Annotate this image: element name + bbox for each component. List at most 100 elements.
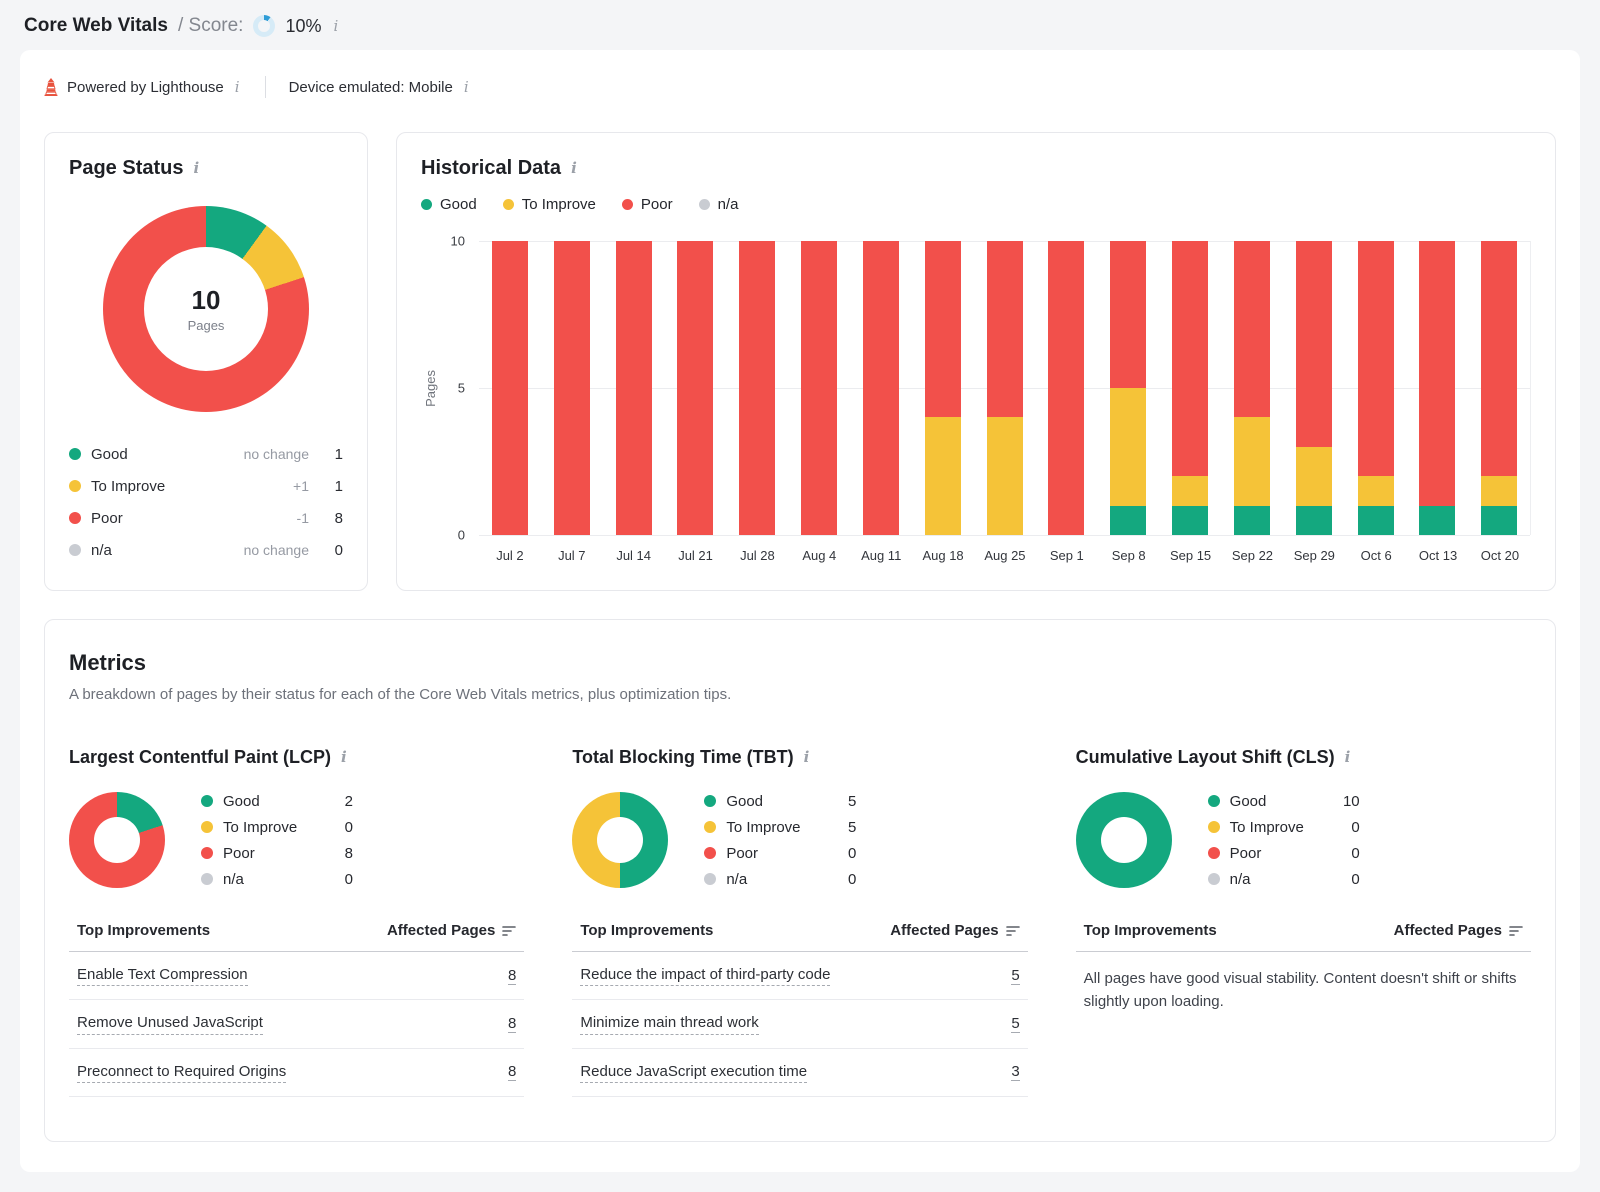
x-tick-label: Jul 21	[665, 548, 727, 563]
to-improve-dot-icon	[69, 480, 81, 492]
bar-segment-to-improve[interactable]	[1110, 388, 1146, 506]
poor-dot-icon	[622, 199, 633, 210]
bar-segment-poor[interactable]	[1234, 241, 1270, 417]
bar-segment-good[interactable]	[1358, 506, 1394, 535]
bar-segment-to-improve[interactable]	[1481, 476, 1517, 505]
improvement-link[interactable]: Remove Unused JavaScript	[77, 1013, 263, 1034]
improvement-link[interactable]: Reduce JavaScript execution time	[580, 1062, 807, 1083]
info-icon[interactable]	[233, 80, 242, 95]
x-tick-label: Aug 25	[974, 548, 1036, 563]
x-tick-label: Jul 2	[479, 548, 541, 563]
bar-segment-poor[interactable]	[677, 241, 713, 535]
bar-segment-good[interactable]	[1419, 506, 1455, 535]
bar-segment-poor[interactable]	[801, 241, 837, 535]
improvement-link[interactable]: Preconnect to Required Origins	[77, 1062, 286, 1083]
info-icon[interactable]	[339, 750, 349, 765]
bar-segment-to-improve[interactable]	[987, 417, 1023, 535]
sort-icon[interactable]	[1006, 925, 1020, 937]
bar-segment-to-improve[interactable]	[1234, 417, 1270, 505]
gridline	[479, 535, 1530, 536]
bar-column[interactable]	[664, 241, 726, 535]
metric-title-lcp: Largest Contentful Paint (LCP)	[69, 747, 524, 768]
y-tick-label: 5	[435, 381, 465, 396]
bar-column[interactable]	[912, 241, 974, 535]
page-status-donut-center: 10 Pages	[144, 247, 268, 371]
bar-column[interactable]	[726, 241, 788, 535]
bar-segment-good[interactable]	[1296, 506, 1332, 535]
bar-segment-poor[interactable]	[1172, 241, 1208, 476]
bar-segment-to-improve[interactable]	[1172, 476, 1208, 505]
legend-value: 0	[309, 542, 343, 559]
bar-segment-poor[interactable]	[492, 241, 528, 535]
legend-row-na: n/a no change 0	[69, 534, 343, 566]
bar-column[interactable]	[1283, 241, 1345, 535]
bar-segment-poor[interactable]	[554, 241, 590, 535]
cls-note: All pages have good visual stability. Co…	[1076, 968, 1531, 1013]
bar-column[interactable]	[850, 241, 912, 535]
info-icon[interactable]	[802, 750, 812, 765]
bar-segment-to-improve[interactable]	[925, 417, 961, 535]
affected-pages-link[interactable]: 8	[508, 967, 516, 985]
bar-column[interactable]	[1097, 241, 1159, 535]
to-improve-dot-icon	[1208, 821, 1220, 833]
improvement-link[interactable]: Minimize main thread work	[580, 1013, 758, 1034]
bar-segment-poor[interactable]	[616, 241, 652, 535]
metrics-subtitle: A breakdown of pages by their status for…	[69, 686, 1531, 703]
sort-icon[interactable]	[502, 925, 516, 937]
info-icon[interactable]	[1343, 750, 1353, 765]
bar-column[interactable]	[974, 241, 1036, 535]
affected-pages-link[interactable]: 8	[508, 1015, 516, 1033]
bar-segment-poor[interactable]	[863, 241, 899, 535]
page-status-donut-chart[interactable]: 10 Pages	[103, 206, 309, 412]
bar-segment-poor[interactable]	[1481, 241, 1517, 476]
bar-column[interactable]	[1035, 241, 1097, 535]
page-header: Core Web Vitals / Score: 10%	[0, 0, 1600, 50]
tbt-donut-chart[interactable]	[572, 792, 668, 888]
lcp-donut-chart[interactable]	[69, 792, 165, 888]
affected-pages-link[interactable]: 8	[508, 1063, 516, 1081]
bar-segment-poor[interactable]	[925, 241, 961, 417]
bar-column[interactable]	[479, 241, 541, 535]
bar-segment-poor[interactable]	[1296, 241, 1332, 447]
bar-segment-good[interactable]	[1172, 506, 1208, 535]
affected-pages-link[interactable]: 5	[1011, 967, 1019, 985]
bar-segment-poor[interactable]	[1419, 241, 1455, 506]
info-icon[interactable]	[462, 80, 471, 95]
bar-segment-good[interactable]	[1234, 506, 1270, 535]
change-label: -1	[297, 510, 309, 526]
affected-pages-link[interactable]: 3	[1011, 1063, 1019, 1081]
bar-segment-to-improve[interactable]	[1358, 476, 1394, 505]
info-icon[interactable]	[331, 19, 340, 34]
change-label: no change	[244, 542, 309, 558]
bar-segment-poor[interactable]	[1110, 241, 1146, 388]
bar-column[interactable]	[1406, 241, 1468, 535]
bar-column[interactable]	[1468, 241, 1530, 535]
info-icon[interactable]	[569, 161, 579, 176]
x-tick-label: Sep 15	[1160, 548, 1222, 563]
bar-column[interactable]	[603, 241, 665, 535]
sort-icon[interactable]	[1509, 925, 1523, 937]
bar-column[interactable]	[541, 241, 603, 535]
bar-segment-to-improve[interactable]	[1296, 447, 1332, 506]
y-tick-label: 10	[435, 234, 465, 249]
bar-segment-good[interactable]	[1481, 506, 1517, 535]
metrics-section: Metrics A breakdown of pages by their st…	[44, 619, 1556, 1142]
improvement-link[interactable]: Reduce the impact of third-party code	[580, 965, 830, 986]
bar-column[interactable]	[1159, 241, 1221, 535]
cls-donut-chart[interactable]	[1076, 792, 1172, 888]
affected-pages-link[interactable]: 5	[1011, 1015, 1019, 1033]
bar-segment-good[interactable]	[1110, 506, 1146, 535]
historical-plot: 0510	[479, 241, 1531, 535]
bar-segment-poor[interactable]	[1048, 241, 1084, 535]
info-icon[interactable]	[191, 161, 201, 176]
improvement-link[interactable]: Enable Text Compression	[77, 965, 248, 986]
na-dot-icon	[704, 873, 716, 885]
bar-segment-poor[interactable]	[987, 241, 1023, 417]
lcp-improvements-table: Top Improvements Affected Pages Enable T…	[69, 922, 524, 1097]
bar-column[interactable]	[1221, 241, 1283, 535]
bar-column[interactable]	[1345, 241, 1407, 535]
bar-segment-poor[interactable]	[1358, 241, 1394, 476]
bar-segment-poor[interactable]	[739, 241, 775, 535]
metric-title-cls: Cumulative Layout Shift (CLS)	[1076, 747, 1531, 768]
bar-column[interactable]	[788, 241, 850, 535]
